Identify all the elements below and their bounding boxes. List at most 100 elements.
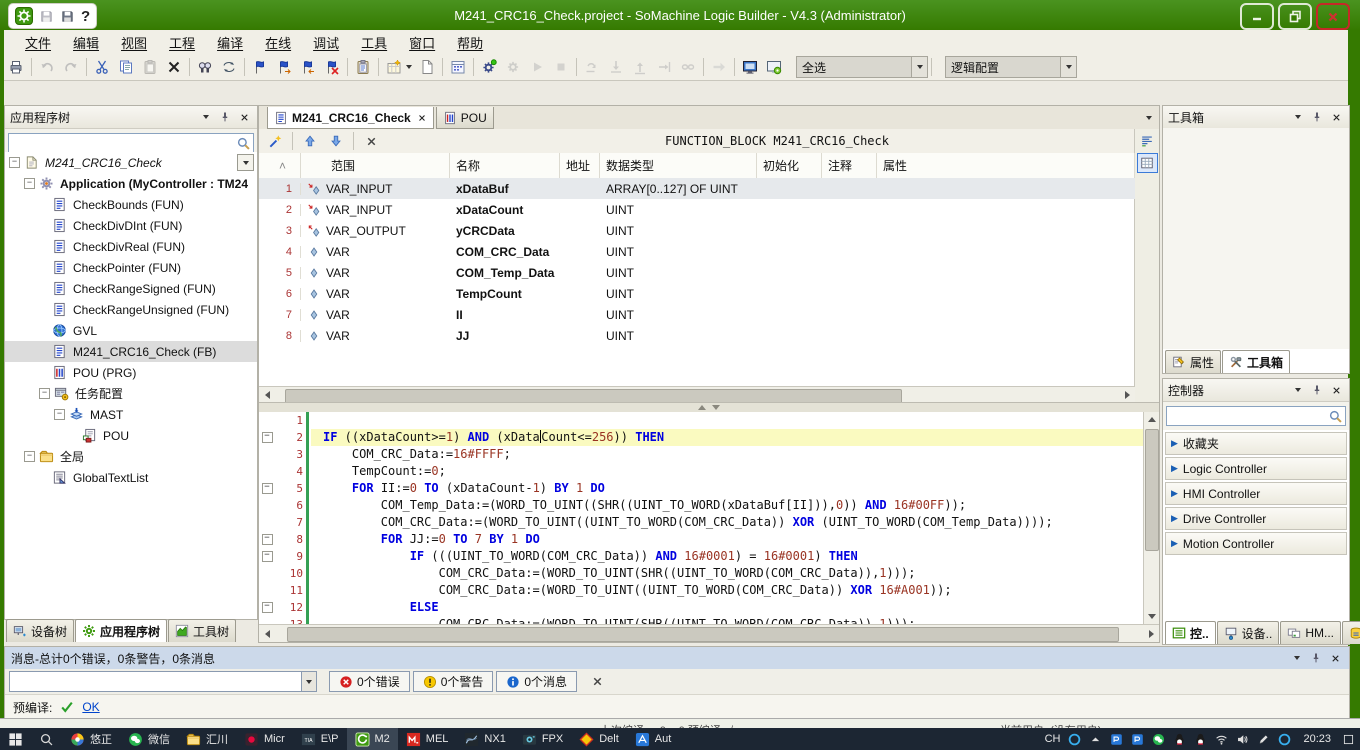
taskbar-item[interactable]: Delt (571, 728, 627, 750)
declaration-row[interactable]: 1VAR_INPUTxDataBufARRAY[0..127] OF UINT (259, 178, 1135, 199)
paste-button[interactable] (138, 56, 162, 78)
tray-wifi[interactable] (1215, 733, 1228, 746)
editor-tab[interactable]: POU (436, 107, 494, 129)
infos-filter-button[interactable]: 0个消息 (496, 671, 577, 692)
code-line[interactable]: 4 TempCount:=0; (259, 463, 1144, 480)
tray-qq-circle[interactable] (1068, 733, 1081, 746)
cut-button[interactable] (90, 56, 114, 78)
errors-filter-button[interactable]: 0个错误 (329, 671, 410, 692)
flag-clear-button[interactable] (320, 56, 344, 78)
declaration-row[interactable]: 7VARIIUINT (259, 304, 1135, 325)
tree-item[interactable]: CheckRangeUnsigned (FUN) (5, 299, 257, 320)
collapse-icon[interactable]: − (24, 178, 35, 189)
panel-menu-button[interactable] (1289, 651, 1305, 665)
code-editor[interactable]: 1−2IF ((xDataCount>=1) AND (xDataCount<=… (259, 412, 1144, 624)
newdoc-button[interactable] (415, 56, 439, 78)
tabular-view-button[interactable] (1137, 153, 1158, 173)
taskbar-item[interactable]: Micr (236, 728, 293, 750)
declaration-row[interactable]: 8VARJJUINT (259, 325, 1135, 346)
edit-declaration-button[interactable] (263, 130, 287, 152)
collapse-icon[interactable]: − (39, 388, 50, 399)
language-indicator[interactable]: CH (1045, 733, 1061, 745)
warnings-filter-button[interactable]: 0个警告 (413, 671, 494, 692)
fold-icon[interactable]: − (262, 483, 273, 494)
declaration-row[interactable]: 6VARTempCountUINT (259, 283, 1135, 304)
move-down-button[interactable] (324, 130, 348, 152)
tray-chevron-up[interactable] (1089, 733, 1102, 746)
tree-item[interactable]: CheckBounds (FUN) (5, 194, 257, 215)
pin-icon[interactable] (1309, 383, 1325, 397)
tree-item[interactable]: CheckRangeSigned (FUN) (5, 278, 257, 299)
column-header[interactable]: 属性 (877, 153, 1135, 178)
menu-item[interactable]: 在线 (254, 33, 302, 52)
tree-item[interactable]: −Application (MyController : TM24 (5, 173, 257, 194)
menu-item[interactable]: 调试 (302, 33, 350, 52)
clock[interactable]: 20:23 (1303, 733, 1331, 745)
save-icon[interactable] (39, 9, 54, 24)
controller-group[interactable]: ▶Motion Controller (1165, 532, 1347, 555)
declaration-row[interactable]: 4VARCOM_CRC_DataUINT (259, 241, 1135, 262)
column-header[interactable]: 地址 (560, 153, 600, 178)
taskbar-item[interactable]: FPX (514, 728, 571, 750)
column-header[interactable]: 数据类型 (600, 153, 757, 178)
clipboard-button[interactable] (351, 56, 375, 78)
fold-icon[interactable]: − (262, 602, 273, 613)
message-filter-combo[interactable] (9, 671, 317, 692)
tray-pen[interactable] (1257, 733, 1270, 746)
redo-button[interactable] (59, 56, 83, 78)
show-desktop-button[interactable] (1343, 734, 1354, 745)
delete-button[interactable] (162, 56, 186, 78)
declaration-hscrollbar[interactable] (259, 386, 1135, 403)
replace-button[interactable] (217, 56, 241, 78)
tree-item[interactable]: −M241_CRC16_Check (5, 152, 257, 173)
code-hscrollbar[interactable] (259, 624, 1159, 642)
menu-item[interactable]: 编译 (206, 33, 254, 52)
tray-penguin[interactable] (1173, 733, 1186, 746)
step-into-button[interactable] (604, 56, 628, 78)
controller-tab[interactable]: 设备.. (1217, 621, 1280, 644)
taskbar-item[interactable]: Aut (627, 728, 680, 750)
controller-tab[interactable]: 控.. (1165, 621, 1216, 644)
delete-declaration-button[interactable] (359, 130, 383, 152)
controller-tab[interactable]: 不.. (1342, 621, 1360, 644)
tree-item[interactable]: CheckDivDInt (FUN) (5, 215, 257, 236)
menu-item[interactable]: 编辑 (62, 33, 110, 52)
code-line[interactable]: −12 ELSE (259, 599, 1144, 616)
fold-icon[interactable]: − (262, 534, 273, 545)
code-line[interactable]: −8 FOR JJ:=0 TO 7 BY 1 DO (259, 531, 1144, 548)
undo-button[interactable] (35, 56, 59, 78)
code-line[interactable]: 13 COM_CRC_Data:=(WORD_TO_UINT(SHR((UINT… (259, 616, 1144, 624)
pin-icon[interactable] (1309, 110, 1325, 124)
tray-volume[interactable] (1236, 733, 1249, 746)
menu-item[interactable]: 工具 (350, 33, 398, 52)
panel-close-icon[interactable] (236, 110, 252, 124)
taskbar-item[interactable]: MEL (398, 728, 457, 750)
textual-view-button[interactable] (1137, 131, 1158, 151)
select-all-combo[interactable]: 全选 (796, 56, 928, 78)
tree-dropdown-button[interactable] (237, 154, 254, 171)
column-header[interactable]: 初始化 (757, 153, 822, 178)
chain-button[interactable] (676, 56, 700, 78)
taskbar-item[interactable]: 悠正 (62, 728, 120, 750)
flag-button[interactable] (248, 56, 272, 78)
dropdown-arrow-icon[interactable] (406, 56, 415, 78)
step-out-button[interactable] (628, 56, 652, 78)
tree-item[interactable]: −任务配置 (5, 383, 257, 404)
code-line[interactable]: 10 COM_CRC_Data:=(WORD_TO_UINT(SHR((UINT… (259, 565, 1144, 582)
pin-icon[interactable] (1308, 651, 1324, 665)
code-line[interactable]: −5 FOR II:=0 TO (xDataCount-1) BY 1 DO (259, 480, 1144, 497)
code-vscrollbar[interactable] (1143, 412, 1159, 624)
step-cursor-button[interactable] (652, 56, 676, 78)
controller-group[interactable]: ▶Drive Controller (1165, 507, 1347, 530)
tray-wechat-mini[interactable] (1152, 733, 1165, 746)
controller-group[interactable]: ▶收藏夹 (1165, 432, 1347, 455)
fold-icon[interactable]: − (262, 551, 273, 562)
controller-group[interactable]: ▶HMI Controller (1165, 482, 1347, 505)
pc-secondary-button[interactable] (762, 56, 786, 78)
declaration-row[interactable]: 3VAR_OUTPUTyCRCDataUINT (259, 220, 1135, 241)
save-all-icon[interactable] (60, 9, 75, 24)
tree-item[interactable]: CheckDivReal (FUN) (5, 236, 257, 257)
taskbar-item[interactable] (0, 728, 31, 750)
tray-app-blue[interactable] (1131, 733, 1144, 746)
panel-close-icon[interactable] (1327, 651, 1343, 665)
